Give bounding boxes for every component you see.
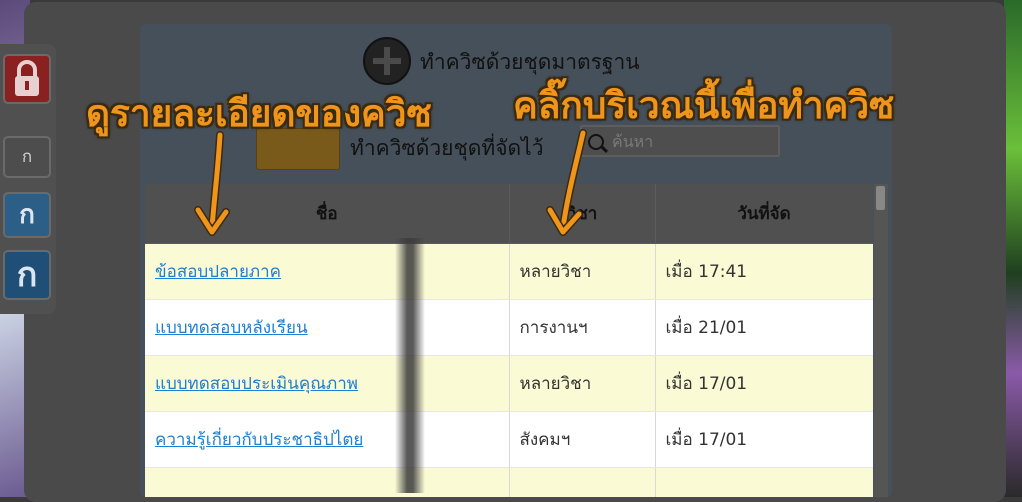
arrow-down-right-icon (546, 129, 587, 236)
plus-icon[interactable] (363, 37, 411, 85)
quiz-date-cell: เมื่อ 17/01 (655, 355, 873, 412)
table-row-partial (145, 467, 873, 497)
lock-button[interactable] (3, 54, 51, 104)
font-size-small-button[interactable]: ก (3, 136, 51, 178)
quiz-table: ชื่อ วิชา วันที่จัด ข้อสอบปลายภาค หลายวิ… (145, 184, 873, 497)
annotation-details: ดูรายละเอียดของควิซ (86, 92, 432, 135)
lock-icon (15, 60, 39, 96)
quiz-date-cell: เมื่อ 17:41 (655, 243, 873, 300)
font-size-large-button[interactable]: ก (3, 250, 51, 300)
quiz-subject-cell: หลายวิชา (509, 243, 656, 300)
side-toolbar: ก ก ก (0, 44, 56, 314)
quiz-name-cell: แบบทดสอบหลังเรียน (145, 299, 510, 356)
arrow-down-left-icon (194, 131, 230, 236)
table-row[interactable]: ข้อสอบปลายภาค หลายวิชา เมื่อ 17:41 (145, 243, 873, 300)
quiz-subject-cell: หลายวิชา (509, 355, 656, 412)
quiz-subject-cell: สังคมฯ (509, 411, 656, 468)
table-row[interactable]: ความรู้เกี่ยวกับประชาธิปไตย สังคมฯ เมื่อ… (145, 411, 873, 468)
annotation-click-here: คลิ๊กบริเวณนี้เพื่อทำควิซ (513, 84, 895, 127)
quiz-date-cell: เมื่อ 21/01 (655, 299, 873, 356)
table-row[interactable]: แบบทดสอบประเมินคุณภาพ หลายวิชา เมื่อ 17/… (145, 355, 873, 412)
column-header-date[interactable]: วันที่จัด (655, 184, 873, 244)
quiz-date-cell: เมื่อ 17/01 (655, 411, 873, 468)
quiz-name-cell: แบบทดสอบประเมินคุณภาพ (145, 355, 510, 412)
quiz-subject-cell: การงานฯ (509, 299, 656, 356)
background-right (1004, 0, 1022, 497)
quiz-name-cell: ความรู้เกี่ยวกับประชาธิปไตย (145, 411, 510, 468)
quiz-name-link[interactable]: ข้อสอบปลายภาค (155, 262, 281, 282)
standard-quiz-label[interactable]: ทำควิซด้วยชุดมาตรฐาน (420, 46, 640, 79)
column-shadow (395, 238, 425, 493)
quiz-name-link[interactable]: แบบทดสอบหลังเรียน (155, 318, 308, 338)
quiz-name-link[interactable]: ความรู้เกี่ยวกับประชาธิปไตย (155, 430, 363, 450)
quiz-name-link[interactable]: แบบทดสอบประเมินคุณภาพ (155, 374, 358, 394)
table-row[interactable]: แบบทดสอบหลังเรียน การงานฯ เมื่อ 21/01 (145, 299, 873, 356)
table-scrollbar[interactable] (874, 184, 888, 497)
quiz-name-cell: ข้อสอบปลายภาค (145, 243, 510, 300)
font-size-medium-button[interactable]: ก (3, 192, 51, 238)
scroll-thumb[interactable] (876, 186, 885, 210)
